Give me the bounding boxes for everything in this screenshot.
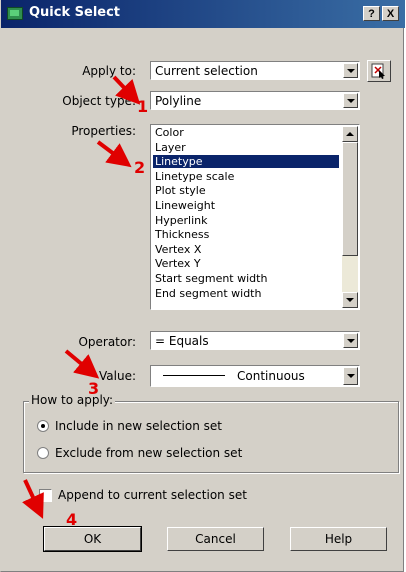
include-radio[interactable] [37, 420, 49, 432]
title-bar: Quick Select ? X [1, 0, 405, 28]
how-to-apply-group [23, 401, 399, 473]
exclude-label[interactable]: Exclude from new selection set [55, 446, 242, 460]
quick-select-dialog: Quick Select ? X Apply to: Current selec… [0, 0, 405, 572]
scroll-up-button[interactable] [342, 126, 358, 142]
step-2-label: 2 [134, 158, 146, 177]
properties-list-item[interactable]: Vertex Y [153, 257, 339, 270]
properties-list-item[interactable]: Plot style [153, 184, 339, 197]
properties-list-item[interactable]: Linetype [153, 155, 339, 169]
select-objects-button[interactable] [367, 60, 391, 82]
append-checkbox[interactable] [39, 489, 52, 502]
value-text: Continuous [237, 369, 305, 383]
chevron-down-icon[interactable] [343, 333, 358, 348]
chevron-down-icon[interactable] [343, 93, 358, 108]
properties-list-item[interactable]: End segment width [153, 287, 339, 300]
properties-list-item[interactable]: Start segment width [153, 272, 339, 285]
step-3-label: 3 [88, 379, 100, 398]
select-objects-icon [371, 63, 385, 79]
append-label[interactable]: Append to current selection set [58, 488, 247, 502]
properties-list-item[interactable]: Lineweight [153, 199, 339, 212]
help-button[interactable]: Help [290, 527, 387, 551]
cancel-button[interactable]: Cancel [167, 527, 264, 551]
help-title-button[interactable]: ? [363, 6, 380, 21]
step-1-label: 1 [137, 97, 149, 116]
close-button[interactable]: X [382, 6, 399, 21]
step-4-label: 4 [66, 510, 78, 529]
ok-button[interactable]: OK [43, 526, 142, 552]
chevron-down-icon[interactable] [343, 367, 358, 385]
properties-list-item[interactable]: Thickness [153, 228, 339, 241]
chevron-down-icon[interactable] [343, 63, 358, 78]
object-type-value: Polyline [155, 94, 202, 108]
properties-list-item[interactable]: Linetype scale [153, 170, 339, 183]
properties-scrollbar[interactable] [342, 126, 358, 308]
operator-select[interactable]: = Equals [150, 331, 360, 350]
properties-list-item[interactable]: Color [153, 126, 339, 139]
apply-to-label: Apply to: [82, 64, 136, 78]
properties-listbox[interactable]: End segment width Start segment width Vert… [150, 124, 360, 310]
properties-list-item[interactable]: Hyperlink [153, 214, 339, 227]
scroll-thumb[interactable] [342, 142, 358, 256]
scroll-down-button[interactable] [342, 292, 358, 308]
linetype-sample [163, 375, 225, 376]
dialog-title: Quick Select [29, 5, 121, 20]
object-type-label: Object type: [62, 94, 136, 108]
properties-label: Properties: [71, 124, 136, 138]
exclude-radio[interactable] [37, 447, 49, 459]
apply-to-select[interactable]: Current selection [150, 61, 360, 80]
how-to-apply-title: How to apply: [29, 393, 116, 407]
include-label[interactable]: Include in new selection set [55, 419, 222, 433]
operator-label: Operator: [78, 335, 136, 349]
value-select[interactable]: Continuous [150, 365, 360, 387]
app-icon [7, 7, 23, 20]
operator-value: = Equals [155, 334, 209, 348]
object-type-select[interactable]: Polyline [150, 91, 360, 110]
properties-list-item[interactable]: Layer [153, 141, 339, 154]
apply-to-value: Current selection [155, 64, 258, 78]
properties-list-item[interactable]: Vertex X [153, 243, 339, 256]
